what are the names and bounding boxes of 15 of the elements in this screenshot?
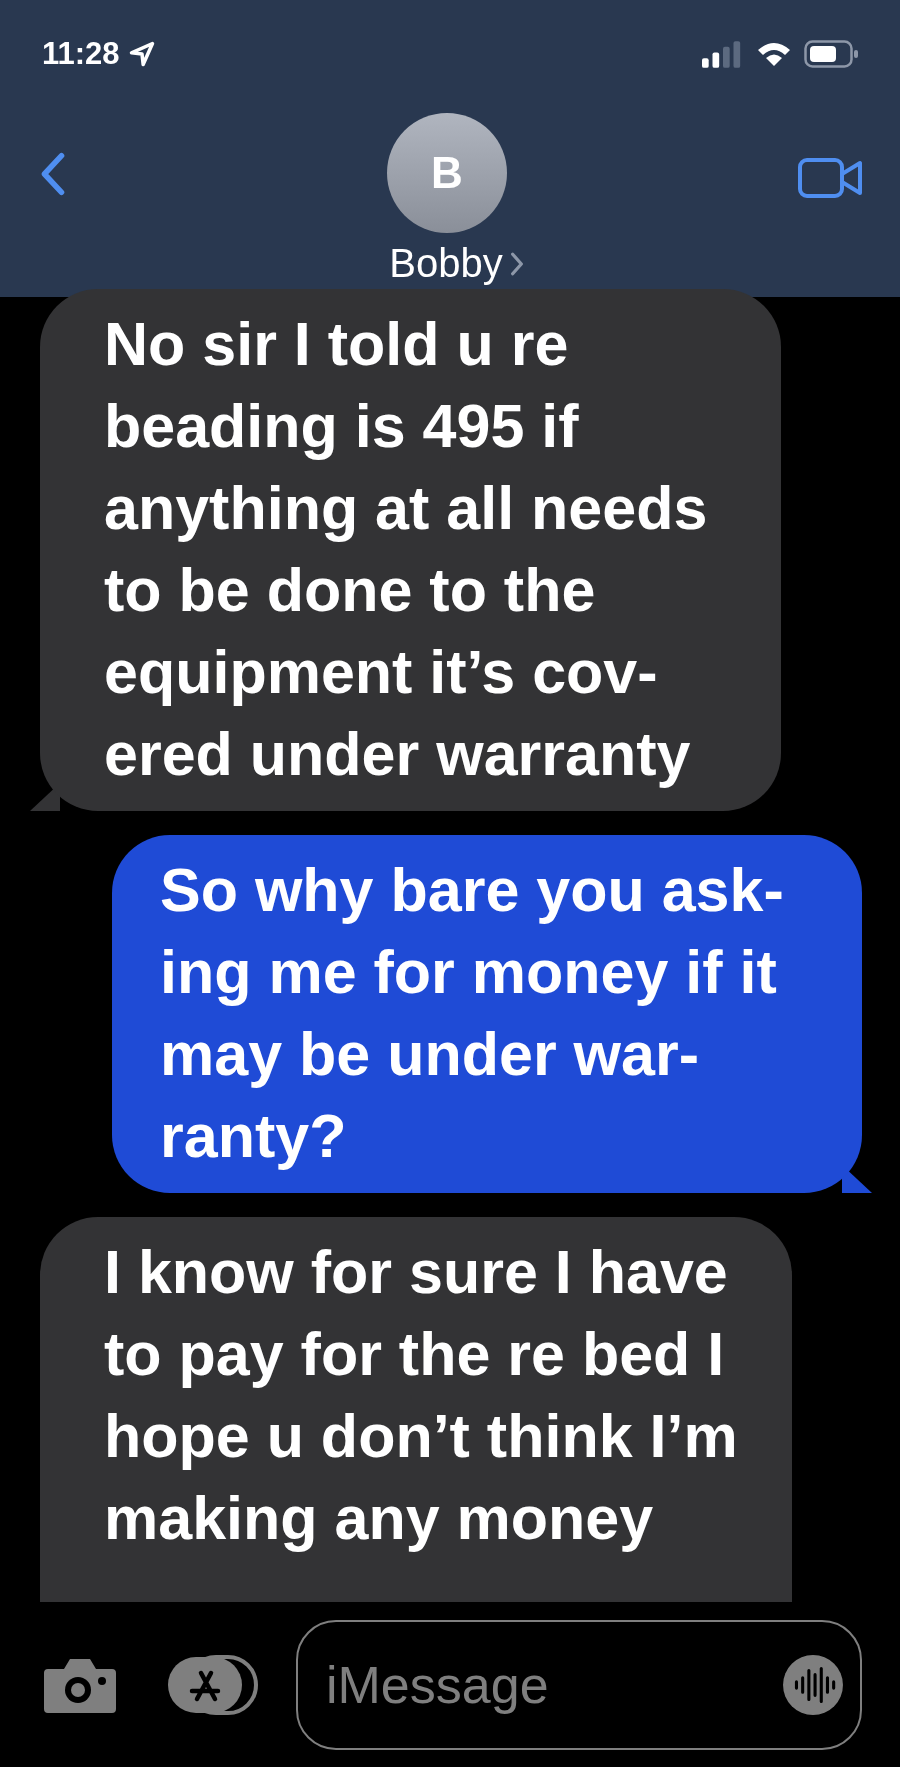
location-arrow-icon [127,40,156,68]
battery-icon [804,40,860,68]
message-field[interactable]: iMessage [296,1619,862,1750]
app-store-icon[interactable] [168,1654,258,1715]
message-bubble: So why bare you ask- ing me for money if it may be under war- ranty? [112,835,862,1193]
message-bubble: No sir I told u re beading is 495 if anything at all needs to be done to the equipment it’s cov- ered under warranty [40,289,781,811]
video-call-icon[interactable] [798,158,864,198]
audio-message-icon[interactable] [782,1653,844,1716]
status-time: 11:28 [42,36,120,72]
wifi-icon [756,41,792,67]
contact-name[interactable]: Bobby [389,241,503,286]
message-input[interactable]: iMessage [326,1654,782,1715]
message-bubble: I know for sure I have to pay for the re bed I hope u don’t think I’m making any money [40,1217,792,1602]
chevron-icon[interactable] [508,250,525,277]
back-icon[interactable] [40,152,66,196]
